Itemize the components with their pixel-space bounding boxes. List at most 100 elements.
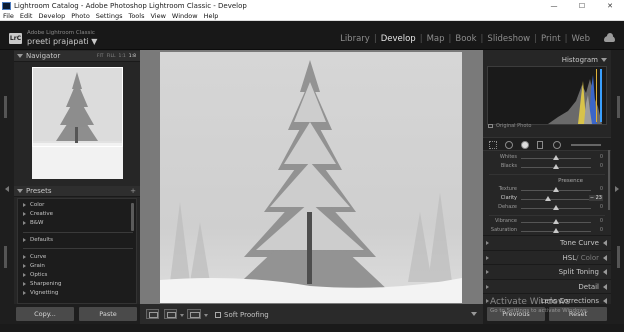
minimize-button[interactable]: — [540,2,568,10]
menu-edit[interactable]: Edit [17,12,36,20]
graduated-filter-icon[interactable] [537,141,543,149]
preset-group-optics[interactable]: Optics [23,272,47,278]
zoom-1-1[interactable]: 1:1 [119,54,126,59]
soft-proofing-checkbox[interactable] [215,312,221,318]
spot-removal-icon[interactable] [505,141,513,149]
toolbar-content-dropdown-icon[interactable] [471,312,477,316]
vibrance-value[interactable]: 0 [600,218,603,224]
maximize-button[interactable]: ☐ [568,2,596,10]
expand-right-icon [486,299,489,303]
crop-tool-icon[interactable] [489,141,497,149]
split-toning-section[interactable]: Split Toning [483,264,611,278]
saturation-value[interactable]: 0 [600,227,603,233]
collapse-left-panel-icon[interactable] [5,186,9,192]
zoom-fill[interactable]: FILL [107,54,116,59]
whites-slider-row[interactable]: Whites 0 [483,154,611,162]
right-edge-grip[interactable] [617,96,620,118]
preset-group-vignetting[interactable]: Vignetting [23,290,58,296]
menu-window[interactable]: Window [169,12,201,20]
swap-options-dropdown-icon[interactable] [204,314,208,317]
histogram-display[interactable] [487,66,607,125]
view-options-dropdown-icon[interactable] [180,314,184,317]
preset-group-grain[interactable]: Grain [23,263,45,269]
vibrance-label: Vibrance [495,218,517,224]
slider-knob[interactable] [553,228,559,233]
preset-group-defaults[interactable]: Defaults [23,237,53,243]
loupe-view-button[interactable] [146,309,159,319]
module-web[interactable]: Web [567,34,594,44]
menu-develop[interactable]: Develop [35,12,68,20]
clarity-slider-row[interactable]: Clarity − 23 [483,195,611,203]
before-after-swap-button[interactable] [187,309,201,319]
expand-right-icon [23,273,26,277]
menu-tools[interactable]: Tools [125,12,147,20]
preset-group-bw[interactable]: B&W [23,220,44,226]
vibrance-slider-row[interactable]: Vibrance 0 [483,218,611,226]
presence-label: Presence [558,178,583,184]
blacks-slider-row[interactable]: Blacks 0 [483,163,611,171]
texture-label: Texture [498,186,517,192]
add-preset-button[interactable]: + [130,187,140,195]
brush-slider-icon[interactable] [571,144,601,146]
menu-help[interactable]: Help [201,12,222,20]
presets-header[interactable]: Presets + [14,186,140,197]
preset-group-sharpening[interactable]: Sharpening [23,281,61,287]
module-print[interactable]: Print [537,34,565,44]
paste-settings-button[interactable]: Paste [79,307,137,321]
texture-value[interactable]: 0 [600,186,603,192]
clarity-value[interactable]: − 23 [588,195,603,201]
filmstrip-collapsed-bar[interactable] [0,324,624,332]
whites-value[interactable]: 0 [600,154,603,160]
copy-settings-button[interactable]: Copy... [16,307,74,321]
left-edge-grip[interactable] [4,96,7,118]
slider-knob[interactable] [553,187,559,192]
collapse-right-panel-icon[interactable] [615,186,619,192]
before-after-view-button[interactable] [164,309,177,319]
zoom-1-8[interactable]: 1:8 [129,54,136,59]
cloud-sync-icon[interactable] [604,33,615,42]
original-photo-toggle[interactable]: Original Photo [488,123,531,129]
red-eye-icon[interactable] [521,141,529,149]
dehaze-value[interactable]: 0 [600,204,603,210]
slider-knob[interactable] [553,219,559,224]
zoom-fit[interactable]: FIT [97,54,104,59]
menu-settings[interactable]: Settings [93,12,126,20]
expand-right-icon [486,270,489,274]
radial-filter-icon[interactable] [553,141,561,149]
left-edge-grip[interactable] [4,246,7,268]
hsl-label: HSL [562,253,577,262]
module-library[interactable]: Library [336,34,374,44]
module-map[interactable]: Map [423,34,449,44]
presets-scrollbar[interactable] [131,203,134,231]
dehaze-slider-row[interactable]: Dehaze 0 [483,204,611,212]
expand-right-icon [23,221,26,225]
slider-knob[interactable] [553,205,559,210]
texture-slider-row[interactable]: Texture 0 [483,186,611,194]
preset-group-color[interactable]: Color [23,202,44,208]
slider-knob[interactable] [544,196,551,201]
tone-curve-section[interactable]: Tone Curve [483,235,611,249]
slider-knob[interactable] [553,155,559,160]
saturation-slider-row[interactable]: Saturation 0 [483,227,611,235]
preset-group-creative[interactable]: Creative [23,211,53,217]
preset-group-curve[interactable]: Curve [23,254,46,260]
slider-track[interactable] [521,199,591,200]
module-book[interactable]: Book [451,34,480,44]
main-photo[interactable] [160,52,462,303]
expand-right-icon [486,285,489,289]
menu-file[interactable]: File [0,12,17,20]
close-button[interactable]: ✕ [596,2,624,10]
user-name[interactable]: preeti prajapati ▼ [27,37,97,46]
slider-knob[interactable] [553,164,559,169]
navigator-header[interactable]: Navigator FIT FILL 1:1 1:8 [14,51,140,62]
hsl-section[interactable]: HSL / Color [483,250,611,264]
navigator-view-box[interactable] [32,67,123,147]
histogram-header[interactable]: Histogram [483,54,611,65]
detail-section[interactable]: Detail [483,279,611,293]
menu-photo[interactable]: Photo [68,12,93,20]
menu-view[interactable]: View [147,12,168,20]
module-slideshow[interactable]: Slideshow [483,34,534,44]
blacks-value[interactable]: 0 [600,163,603,169]
module-develop[interactable]: Develop [377,34,420,44]
right-edge-grip[interactable] [617,246,620,268]
